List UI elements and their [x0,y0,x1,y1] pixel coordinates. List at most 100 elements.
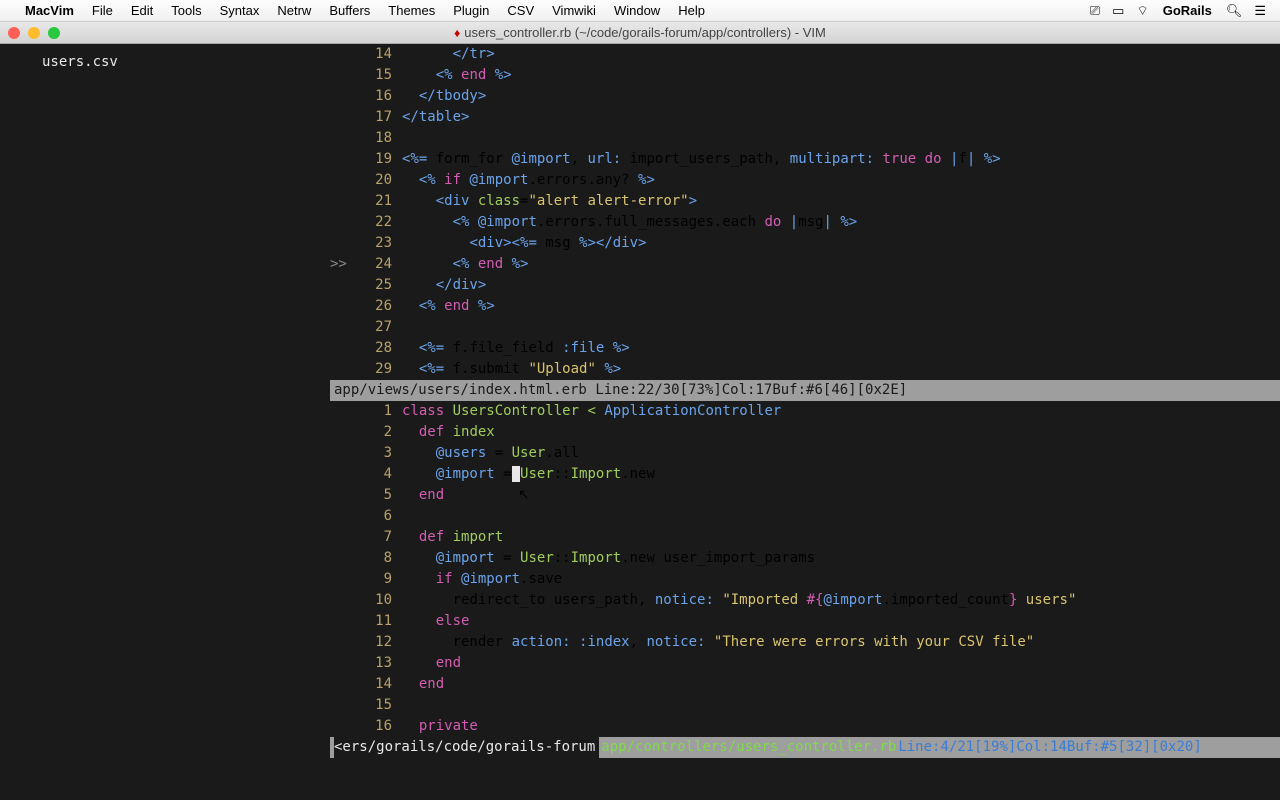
line-text[interactable]: </div> [402,275,1280,296]
code-line[interactable]: 14 end [330,674,1280,695]
menu-plugin[interactable]: Plugin [453,3,489,18]
line-text[interactable] [402,506,1280,527]
code-line[interactable]: 2 def index [330,422,1280,443]
line-text[interactable]: <% end %> [402,65,1280,86]
line-text[interactable]: if @import.save [402,569,1280,590]
zoom-button[interactable] [48,27,60,39]
line-text[interactable]: render action: :index, notice: "There we… [402,632,1280,653]
code-line[interactable]: 26 <% end %> [330,296,1280,317]
code-line[interactable]: 21 <div class="alert alert-error"> [330,191,1280,212]
statusbar-top: app/views/users/index.html.erb Line:22/3… [330,380,1280,401]
line-text[interactable]: @users = User.all [402,443,1280,464]
menu-csv[interactable]: CSV [507,3,534,18]
line-number: 13 [340,653,402,674]
menu-edit[interactable]: Edit [131,3,153,18]
app-menu[interactable]: MacVim [25,3,74,18]
code-line[interactable]: 1class UsersController < ApplicationCont… [330,401,1280,422]
line-text[interactable]: @import = User::Import.new [402,464,1280,485]
code-line[interactable]: 7 def import [330,527,1280,548]
line-text[interactable]: <%= f.file_field :file %> [402,338,1280,359]
camera-icon[interactable]: ⎚ [1090,3,1100,19]
menu-icon[interactable]: ☰ [1254,3,1266,19]
wifi-icon[interactable]: ⌔ [1136,3,1148,19]
code-line[interactable]: 12 render action: :index, notice: "There… [330,632,1280,653]
line-text[interactable]: <% end %> [402,296,1280,317]
line-text[interactable]: <% end %> [402,254,1280,275]
close-button[interactable] [8,27,20,39]
code-line[interactable]: 6 [330,506,1280,527]
code-line[interactable]: 4 @import = User::Import.new [330,464,1280,485]
line-number: 28 [340,338,402,359]
line-text[interactable]: <%= f.submit "Upload" %> [402,359,1280,380]
line-text[interactable]: </tbody> [402,86,1280,107]
menu-themes[interactable]: Themes [388,3,435,18]
line-number: 15 [340,65,402,86]
menu-syntax[interactable]: Syntax [220,3,260,18]
line-text[interactable]: def import [402,527,1280,548]
line-text[interactable]: </table> [402,107,1280,128]
line-text[interactable]: <% @import.errors.full_messages.each do … [402,212,1280,233]
line-text[interactable]: end [402,674,1280,695]
code-top[interactable]: 14 </tr> 15 <% end %> 16 </tbody> 17</ta… [330,44,1280,380]
line-text[interactable]: </tr> [402,44,1280,65]
code-line[interactable]: 14 </tr> [330,44,1280,65]
code-line[interactable]: 28 <%= f.file_field :file %> [330,338,1280,359]
line-number: 7 [340,527,402,548]
line-text[interactable] [402,128,1280,149]
line-number: 6 [340,506,402,527]
menu-help[interactable]: Help [678,3,705,18]
code-line[interactable]: 20 <% if @import.errors.any? %> [330,170,1280,191]
line-text[interactable]: <%= form_for @import, url: import_users_… [402,149,1280,170]
line-text[interactable]: end [402,485,1280,506]
line-text[interactable]: <% if @import.errors.any? %> [402,170,1280,191]
code-line[interactable]: 19<%= form_for @import, url: import_user… [330,149,1280,170]
code-line[interactable]: 22 <% @import.errors.full_messages.each … [330,212,1280,233]
pane-bottom[interactable]: 1class UsersController < ApplicationCont… [330,401,1280,800]
code-line[interactable]: 15 [330,695,1280,716]
menu-buffers[interactable]: Buffers [329,3,370,18]
line-text[interactable]: def index [402,422,1280,443]
code-line[interactable]: 23 <div><%= msg %></div> [330,233,1280,254]
line-text[interactable]: else [402,611,1280,632]
spotlight-icon[interactable]: 🔍︎ [1226,3,1243,19]
code-line[interactable]: >>24 <% end %> [330,254,1280,275]
line-text[interactable]: private [402,716,1280,737]
menu-window[interactable]: Window [614,3,660,18]
menu-tools[interactable]: Tools [171,3,201,18]
code-line[interactable]: 16 </tbody> [330,86,1280,107]
code-line[interactable]: 15 <% end %> [330,65,1280,86]
line-text[interactable]: <div><%= msg %></div> [402,233,1280,254]
line-text[interactable]: class UsersController < ApplicationContr… [402,401,1280,422]
line-text[interactable] [402,695,1280,716]
line-text[interactable]: @import = User::Import.new user_import_p… [402,548,1280,569]
sidebar-file[interactable]: users.csv [12,50,318,75]
code-bottom[interactable]: 1class UsersController < ApplicationCont… [330,401,1280,737]
code-line[interactable]: 10 redirect_to users_path, notice: "Impo… [330,590,1280,611]
menu-vimwiki[interactable]: Vimwiki [552,3,596,18]
line-text[interactable]: redirect_to users_path, notice: "Importe… [402,590,1280,611]
code-line[interactable]: 5 end [330,485,1280,506]
code-line[interactable]: 9 if @import.save [330,569,1280,590]
file-explorer[interactable]: users.csv [0,44,330,800]
code-line[interactable]: 18 [330,128,1280,149]
line-number: 18 [340,128,402,149]
code-line[interactable]: 25 </div> [330,275,1280,296]
menu-netrw[interactable]: Netrw [277,3,311,18]
minimize-button[interactable] [28,27,40,39]
status-info-bottom: Line:4/21[19%]Col:14Buf:#5[32][0x20] [898,737,1201,758]
code-line[interactable]: 29 <%= f.submit "Upload" %> [330,359,1280,380]
line-text[interactable]: <div class="alert alert-error"> [402,191,1280,212]
code-line[interactable]: 27 [330,317,1280,338]
code-line[interactable]: 8 @import = User::Import.new user_import… [330,548,1280,569]
display-icon[interactable]: ▭ [1112,3,1124,19]
code-line[interactable]: 11 else [330,611,1280,632]
line-text[interactable]: end [402,653,1280,674]
line-text[interactable] [402,317,1280,338]
code-line[interactable]: 3 @users = User.all [330,443,1280,464]
code-line[interactable]: 17</table> [330,107,1280,128]
line-number: 22 [340,212,402,233]
pane-top[interactable]: 14 </tr> 15 <% end %> 16 </tbody> 17</ta… [330,44,1280,401]
code-line[interactable]: 16 private [330,716,1280,737]
menu-file[interactable]: File [92,3,113,18]
code-line[interactable]: 13 end [330,653,1280,674]
